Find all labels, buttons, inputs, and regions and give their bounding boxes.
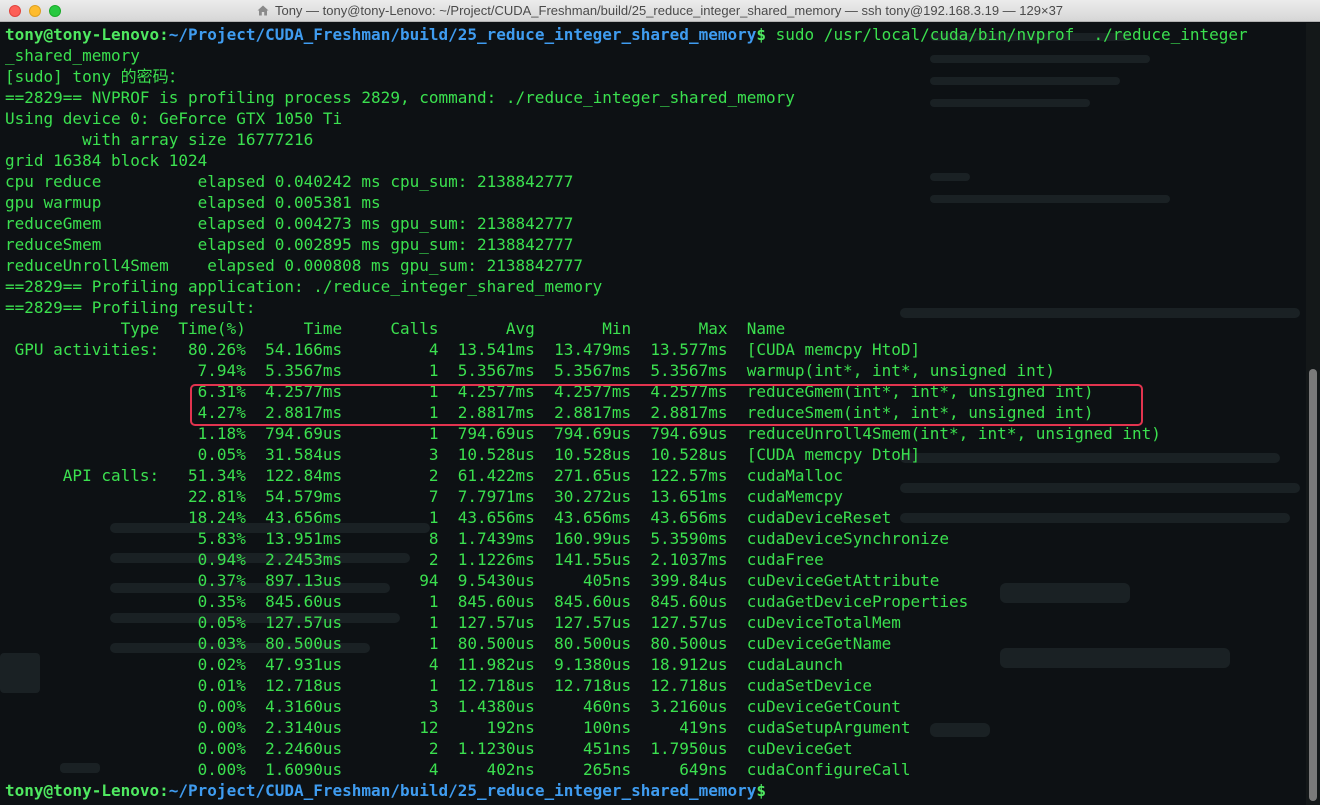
output-line: reduceSmem elapsed 0.002895 ms gpu_sum: … bbox=[5, 235, 574, 254]
output-line: ==2829== Profiling application: ./reduce… bbox=[5, 277, 603, 296]
table-row: 18.24% 43.656ms 1 43.656ms 43.656ms 43.6… bbox=[5, 508, 892, 527]
table-row: 0.35% 845.60us 1 845.60us 845.60us 845.6… bbox=[5, 592, 969, 611]
window-title-wrap: Tony — tony@tony-Lenovo: ~/Project/CUDA_… bbox=[0, 0, 1320, 22]
prompt-path: ~/Project/CUDA_Freshman/build/25_reduce_… bbox=[168, 781, 757, 800]
table-row: GPU activities: 80.26% 54.166ms 4 13.541… bbox=[5, 340, 921, 359]
prompt-dollar: $ bbox=[756, 25, 776, 44]
table-row: 22.81% 54.579ms 7 7.7971ms 30.272us 13.6… bbox=[5, 487, 844, 506]
terminal-content[interactable]: tony@tony-Lenovo:~/Project/CUDA_Freshman… bbox=[0, 23, 1306, 805]
prompt-dollar: $ bbox=[756, 781, 767, 800]
scrollbar-thumb[interactable] bbox=[1309, 369, 1317, 801]
table-header: Type Time(%) Time Calls Avg Min Max Name bbox=[5, 319, 786, 338]
table-row: 0.05% 31.584us 3 10.528us 10.528us 10.52… bbox=[5, 445, 921, 464]
prompt-path: ~/Project/CUDA_Freshman/build/25_reduce_… bbox=[168, 25, 757, 44]
table-row: 0.00% 4.3160us 3 1.4380us 460ns 3.2160us… bbox=[5, 697, 901, 716]
prompt-user: tony@tony-Lenovo bbox=[5, 25, 160, 44]
table-row: 7.94% 5.3567ms 1 5.3567ms 5.3567ms 5.356… bbox=[5, 361, 1055, 380]
highlight-box bbox=[190, 384, 1143, 426]
table-row: 0.03% 80.500us 1 80.500us 80.500us 80.50… bbox=[5, 634, 892, 653]
table-row: 0.00% 2.3140us 12 192ns 100ns 419ns cuda… bbox=[5, 718, 911, 737]
table-row: 5.83% 13.951ms 8 1.7439ms 160.99us 5.359… bbox=[5, 529, 950, 548]
output-line: reduceGmem elapsed 0.004273 ms gpu_sum: … bbox=[5, 214, 574, 233]
output-line: ==2829== Profiling result: bbox=[5, 298, 256, 317]
output-line: [sudo] tony 的密码： bbox=[5, 67, 185, 86]
output-line: reduceUnroll4Smem elapsed 0.000808 ms gp… bbox=[5, 256, 583, 275]
final-prompt-line[interactable]: tony@tony-Lenovo:~/Project/CUDA_Freshman… bbox=[5, 780, 1248, 801]
output-line: cpu reduce elapsed 0.040242 ms cpu_sum: … bbox=[5, 172, 574, 191]
output-line: gpu warmup elapsed 0.005381 ms bbox=[5, 193, 381, 212]
output-line: Using device 0: GeForce GTX 1050 Ti bbox=[5, 109, 343, 128]
table-row: 0.37% 897.13us 94 9.5430us 405ns 399.84u… bbox=[5, 571, 940, 590]
title-bar[interactable]: Tony — tony@tony-Lenovo: ~/Project/CUDA_… bbox=[0, 0, 1320, 22]
table-row: 0.01% 12.718us 1 12.718us 12.718us 12.71… bbox=[5, 676, 872, 695]
output-line: with array size 16777216 bbox=[5, 130, 314, 149]
window-title: Tony — tony@tony-Lenovo: ~/Project/CUDA_… bbox=[274, 3, 1064, 18]
output-line: ==2829== NVPROF is profiling process 282… bbox=[5, 88, 795, 107]
output-line: grid 16384 block 1024 bbox=[5, 151, 208, 170]
table-row: 0.94% 2.2453ms 2 1.1226ms 141.55us 2.103… bbox=[5, 550, 824, 569]
terminal-window: Tony — tony@tony-Lenovo: ~/Project/CUDA_… bbox=[0, 0, 1320, 805]
command-line: tony@tony-Lenovo:~/Project/CUDA_Freshman… bbox=[5, 24, 1248, 45]
table-row: API calls: 51.34% 122.84ms 2 61.422ms 27… bbox=[5, 466, 844, 485]
prompt-separator: : bbox=[159, 781, 169, 800]
command-line-wrap: _shared_memory bbox=[5, 46, 140, 65]
table-row: 0.00% 2.2460us 2 1.1230us 451ns 1.7950us… bbox=[5, 739, 853, 758]
prompt-separator: : bbox=[159, 25, 169, 44]
command-text: sudo /usr/local/cuda/bin/nvprof ./reduce… bbox=[775, 25, 1248, 44]
table-row: 0.02% 47.931us 4 11.982us 9.1380us 18.91… bbox=[5, 655, 844, 674]
prompt-user: tony@tony-Lenovo bbox=[5, 781, 160, 800]
table-row: 0.00% 1.6090us 4 402ns 265ns 649ns cudaC… bbox=[5, 760, 911, 779]
table-row: 1.18% 794.69us 1 794.69us 794.69us 794.6… bbox=[5, 424, 1161, 443]
home-icon bbox=[257, 5, 269, 16]
scrollbar[interactable] bbox=[1306, 23, 1320, 805]
table-row: 0.05% 127.57us 1 127.57us 127.57us 127.5… bbox=[5, 613, 901, 632]
